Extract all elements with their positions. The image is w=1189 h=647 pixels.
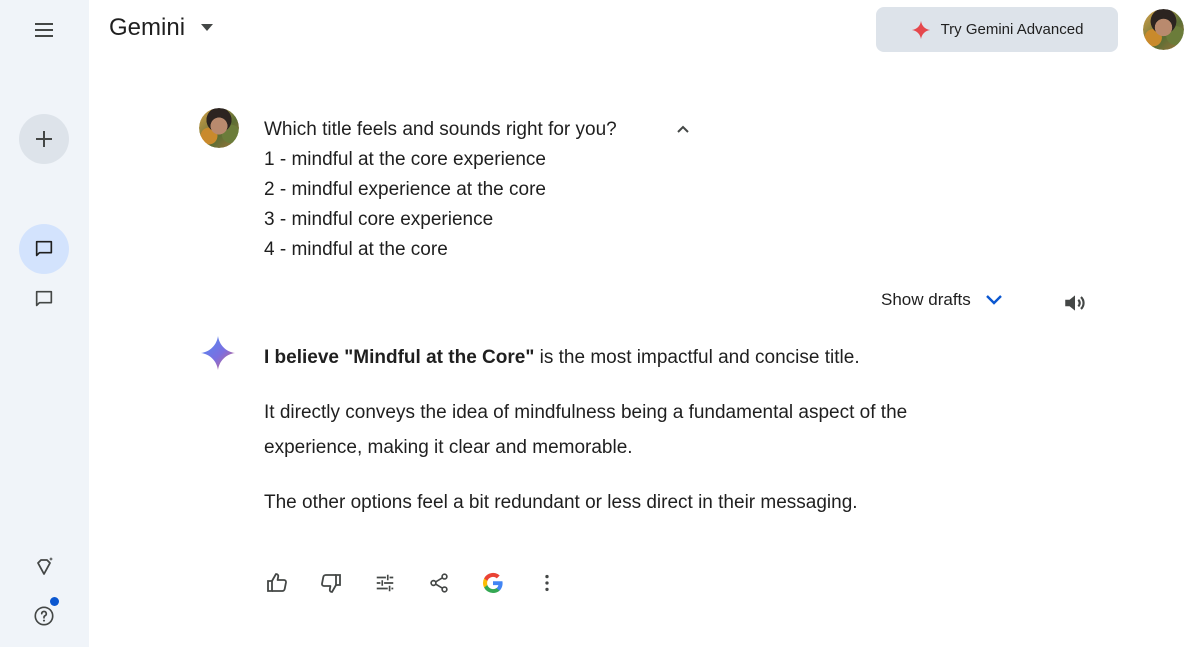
prompt-option: 1 - mindful at the core experience — [264, 149, 546, 170]
model-response: I believe "Mindful at the Core" is the m… — [264, 340, 984, 540]
help-icon — [34, 606, 54, 626]
chat-bubble-icon — [35, 290, 53, 307]
response-paragraph: I believe "Mindful at the Core" is the m… — [264, 340, 984, 375]
avatar-image — [199, 108, 239, 148]
main-menu-button[interactable] — [19, 5, 69, 55]
avatar-image — [1143, 9, 1184, 50]
sparkle-icon — [911, 20, 930, 39]
bad-response-button[interactable] — [314, 566, 348, 600]
response-paragraph: The other options feel a bit redundant o… — [264, 492, 858, 513]
response-actions — [260, 566, 584, 600]
sidebar — [0, 0, 89, 647]
help-button[interactable] — [19, 591, 69, 641]
double-check-button[interactable] — [476, 566, 510, 600]
gem-icon — [37, 557, 53, 575]
prompt-option: 2 - mindful experience at the core — [264, 179, 546, 200]
collapse-prompt-button[interactable] — [670, 116, 696, 142]
prompt-option: 3 - mindful core experience — [264, 209, 494, 230]
share-button[interactable] — [422, 566, 456, 600]
prompt-option: 4 - mindful at the core — [264, 239, 448, 260]
thumb-down-icon — [321, 574, 341, 593]
notification-dot — [50, 597, 59, 606]
chevron-down-icon — [985, 295, 1002, 305]
app-title: Gemini — [109, 14, 186, 41]
sidebar-item-chat[interactable] — [19, 274, 69, 324]
good-response-button[interactable] — [260, 566, 294, 600]
new-chat-button[interactable] — [19, 114, 69, 164]
speaker-icon — [1065, 295, 1085, 311]
plus-icon — [36, 131, 52, 147]
listen-button[interactable] — [1058, 286, 1092, 320]
user-avatar — [199, 108, 239, 148]
response-paragraph: It directly conveys the idea of mindfuln… — [264, 402, 908, 458]
chat-bubble-icon — [35, 240, 53, 257]
share-icon — [430, 573, 448, 593]
more-options-button[interactable] — [530, 566, 564, 600]
modify-response-button[interactable] — [368, 566, 402, 600]
try-advanced-label: Try Gemini Advanced — [940, 21, 1084, 38]
thumb-up-icon — [267, 573, 287, 592]
tune-icon — [376, 574, 394, 592]
gem-manager-button[interactable] — [19, 542, 69, 592]
prompt-question: Which title feels and sounds right for y… — [264, 119, 617, 140]
model-selector[interactable]: Gemini — [109, 14, 214, 42]
gemini-sparkle-icon — [201, 336, 235, 370]
try-gemini-advanced-button[interactable]: Try Gemini Advanced — [876, 7, 1118, 52]
google-icon — [482, 572, 503, 593]
sidebar-item-chat-active[interactable] — [19, 224, 69, 274]
chevron-up-icon — [677, 125, 689, 133]
response-emphasis: I believe "Mindful at the Core" — [264, 347, 535, 368]
user-prompt: Which title feels and sounds right for y… — [264, 115, 617, 265]
menu-icon — [35, 23, 53, 37]
more-vert-icon — [545, 574, 549, 592]
response-text: is the most impactful and concise title. — [534, 347, 860, 368]
show-drafts-label: Show drafts — [881, 290, 971, 309]
caret-down-icon — [201, 24, 214, 31]
show-drafts-button[interactable]: Show drafts — [881, 290, 1003, 310]
account-avatar[interactable] — [1143, 9, 1184, 50]
